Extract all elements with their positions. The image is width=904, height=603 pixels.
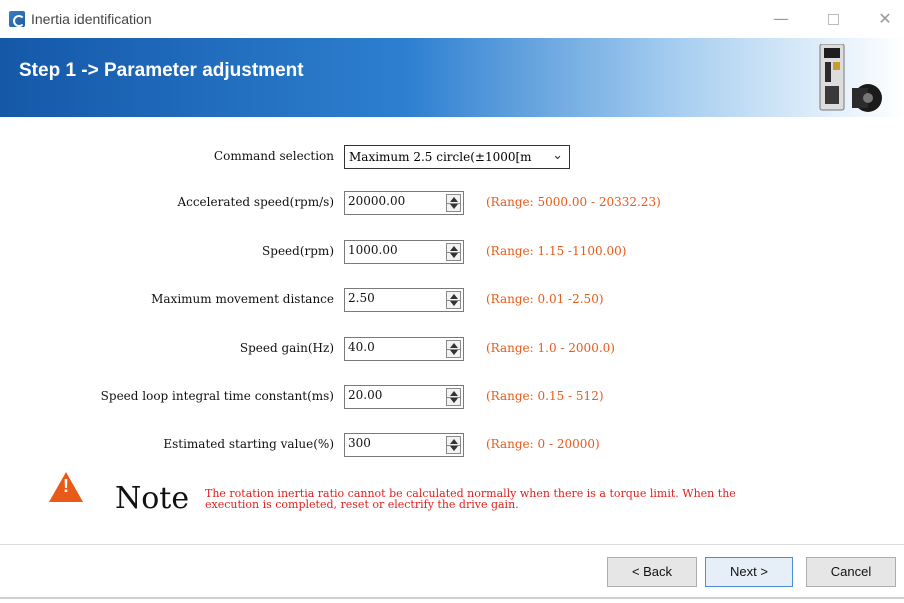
integral-time-spinner[interactable] (446, 388, 461, 406)
speed-row: Speed(rpm) 1000.00 (Range: 1.15 -1100.00… (0, 240, 904, 264)
movement-distance-row: Maximum movement distance 2.50 (Range: 0… (0, 288, 904, 312)
chevron-down-icon: ⌄ (552, 148, 563, 163)
accelerated-speed-value: 20000.00 (348, 194, 406, 208)
window-title: Inertia identification (31, 11, 152, 27)
speed-label: Speed(rpm) (262, 244, 334, 258)
speed-value: 1000.00 (348, 243, 398, 257)
note-title: Note (115, 481, 190, 516)
spin-up-icon[interactable] (450, 343, 458, 348)
speed-gain-range: (Range: 1.0 - 2000.0) (486, 341, 615, 355)
command-selection-row: Command selection Maximum 2.5 circle(±10… (0, 145, 904, 169)
speed-range: (Range: 1.15 -1100.00) (486, 244, 627, 258)
accelerated-speed-spinner[interactable] (446, 194, 461, 212)
estimated-start-value: 300 (348, 436, 371, 450)
app-icon (9, 11, 25, 27)
integral-time-label: Speed loop integral time constant(ms) (100, 389, 334, 403)
accelerated-speed-range: (Range: 5000.00 - 20332.23) (486, 195, 661, 209)
spin-up-icon[interactable] (450, 439, 458, 444)
estimated-start-input[interactable]: 300 (344, 433, 464, 457)
speed-gain-input[interactable]: 40.0 (344, 337, 464, 361)
back-button[interactable]: < Back (607, 557, 697, 587)
window-bottom-border (0, 597, 904, 599)
inertia-identification-window: Inertia identification — ✕ Step 1 -> Par… (0, 0, 904, 603)
command-selection-value: Maximum 2.5 circle(±1000[m (349, 150, 532, 164)
speed-gain-spinner[interactable] (446, 340, 461, 358)
spin-down-icon[interactable] (450, 253, 458, 258)
spin-down-icon[interactable] (450, 204, 458, 209)
spin-up-icon[interactable] (450, 391, 458, 396)
spin-up-icon[interactable] (450, 246, 458, 251)
next-button[interactable]: Next > (705, 557, 793, 587)
command-selection-label: Command selection (213, 149, 334, 163)
page-title: Step 1 -> Parameter adjustment (19, 60, 304, 81)
accelerated-speed-row: Accelerated speed(rpm/s) 20000.00 (Range… (0, 191, 904, 215)
integral-time-input[interactable]: 20.00 (344, 385, 464, 409)
speed-gain-value: 40.0 (348, 340, 375, 354)
accelerated-speed-input[interactable]: 20000.00 (344, 191, 464, 215)
spin-up-icon[interactable] (450, 294, 458, 299)
spin-down-icon[interactable] (450, 398, 458, 403)
note-text: The rotation inertia ratio cannot be cal… (205, 488, 736, 511)
title-bar: Inertia identification — ✕ (0, 0, 904, 38)
spin-up-icon[interactable] (450, 197, 458, 202)
estimated-start-range: (Range: 0 - 20000) (486, 437, 600, 451)
integral-time-value: 20.00 (348, 388, 383, 402)
minimize-button[interactable]: — (762, 4, 800, 34)
close-icon: ✕ (878, 9, 892, 28)
integral-time-range: (Range: 0.15 - 512) (486, 389, 604, 403)
movement-distance-value: 2.50 (348, 291, 375, 305)
movement-distance-range: (Range: 0.01 -2.50) (486, 292, 604, 306)
speed-spinner[interactable] (446, 243, 461, 261)
maximize-button[interactable] (814, 4, 852, 34)
cancel-button[interactable]: Cancel (806, 557, 896, 587)
servo-drive-icon (819, 44, 882, 112)
movement-distance-spinner[interactable] (446, 291, 461, 309)
spin-down-icon[interactable] (450, 350, 458, 355)
estimated-start-spinner[interactable] (446, 436, 461, 454)
speed-gain-label: Speed gain(Hz) (239, 341, 334, 355)
minimize-icon: — (773, 9, 789, 28)
speed-input[interactable]: 1000.00 (344, 240, 464, 264)
estimated-start-row: Estimated starting value(%) 300 (Range: … (0, 433, 904, 457)
spin-down-icon[interactable] (450, 446, 458, 451)
spin-down-icon[interactable] (450, 301, 458, 306)
footer-divider (0, 544, 904, 545)
warning-mark: ! (63, 476, 69, 496)
estimated-start-label: Estimated starting value(%) (163, 437, 334, 451)
header-banner: Step 1 -> Parameter adjustment (0, 38, 904, 117)
command-selection-dropdown[interactable]: Maximum 2.5 circle(±1000[m ⌄ (344, 145, 570, 169)
integral-time-row: Speed loop integral time constant(ms) 20… (0, 385, 904, 409)
speed-gain-row: Speed gain(Hz) 40.0 (Range: 1.0 - 2000.0… (0, 337, 904, 361)
movement-distance-label: Maximum movement distance (151, 292, 334, 306)
maximize-icon (827, 14, 839, 25)
movement-distance-input[interactable]: 2.50 (344, 288, 464, 312)
accelerated-speed-label: Accelerated speed(rpm/s) (177, 195, 334, 209)
close-button[interactable]: ✕ (866, 4, 904, 34)
